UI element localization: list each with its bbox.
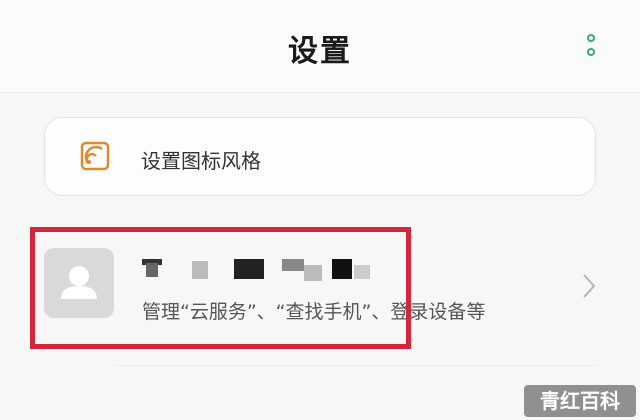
chevron-right-icon — [583, 274, 596, 298]
icon-style-card[interactable]: 设置图标风格 — [44, 117, 596, 196]
more-vertical-icon[interactable] — [582, 32, 602, 62]
watermark: 青红百科 — [524, 385, 636, 417]
icon-style-label: 设置图标风格 — [141, 149, 261, 173]
header-bar: 设置 — [0, 0, 640, 93]
divider — [116, 365, 596, 366]
annotation-highlight-box — [30, 227, 411, 349]
picture-style-icon — [80, 141, 110, 171]
page-title: 设置 — [288, 34, 352, 69]
